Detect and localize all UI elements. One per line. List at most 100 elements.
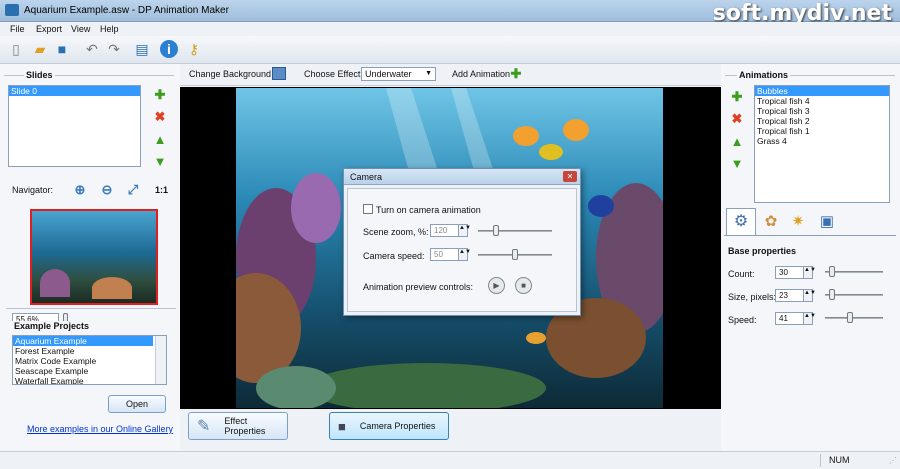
camera-dialog: Camera ✕ Turn on camera animation Scene … xyxy=(343,168,581,316)
list-item[interactable]: Tropical fish 2 xyxy=(755,116,889,126)
list-item[interactable]: Waterfall Example xyxy=(13,376,166,384)
export-icon[interactable]: ▤ xyxy=(132,39,152,59)
area-icon: ▣ xyxy=(819,213,835,230)
list-item[interactable]: Bubbles xyxy=(755,86,889,96)
brain-coral xyxy=(256,366,336,408)
camera-animation-label: Turn on camera animation xyxy=(376,205,481,215)
window-title: Aquarium Example.asw - DP Animation Make… xyxy=(24,5,229,16)
camera-animation-checkbox[interactable] xyxy=(363,204,373,214)
count-field[interactable]: 30 xyxy=(775,266,805,279)
animations-heading: Animations xyxy=(737,70,791,80)
list-item[interactable]: Matrix Code Example xyxy=(13,356,166,366)
add-animation-button[interactable]: Add Animation xyxy=(452,69,510,79)
new-icon[interactable]: ▯ xyxy=(6,39,26,59)
close-icon[interactable]: ✕ xyxy=(563,171,577,182)
add-animation-icon[interactable]: ✚ xyxy=(730,89,744,104)
menu-help[interactable]: Help xyxy=(100,24,119,34)
zoom-out-icon[interactable]: ⊖ xyxy=(100,182,114,197)
app-icon xyxy=(5,4,19,16)
change-background-button[interactable]: Change Background xyxy=(189,69,271,79)
speed-thumb[interactable] xyxy=(847,312,853,323)
camera-speed-field[interactable]: 50 xyxy=(430,248,460,261)
list-item[interactable]: Seascape Example xyxy=(13,366,166,376)
tab-base-properties[interactable]: ⚙ xyxy=(726,208,756,236)
move-up-icon[interactable]: ▲ xyxy=(730,134,744,149)
scene-zoom-slider[interactable] xyxy=(478,230,552,232)
camera-speed-label: Camera speed: xyxy=(363,251,425,261)
examples-list[interactable]: Aquarium Example Forest Example Matrix C… xyxy=(12,335,167,385)
slides-heading: Slides xyxy=(24,70,55,80)
camera-properties-label: Camera Properties xyxy=(359,421,436,431)
fit-icon[interactable]: ⤢ xyxy=(126,182,140,197)
animations-list[interactable]: Bubbles Tropical fish 4 Tropical fish 3 … xyxy=(754,85,890,203)
delete-slide-icon[interactable]: ✖ xyxy=(153,109,167,124)
scene-zoom-label: Scene zoom, %: xyxy=(363,227,429,237)
resize-grip-icon[interactable]: ⋰ xyxy=(889,456,897,465)
choose-effect-label: Choose Effect: xyxy=(304,69,363,79)
info-icon[interactable]: i xyxy=(160,40,178,58)
left-panel: Slides Slide 0 ✚ ✖ ▲ ▼ Navigator: ⊕ ⊖ ⤢ … xyxy=(0,64,180,469)
add-slide-icon[interactable]: ✚ xyxy=(153,87,167,102)
menu-file[interactable]: File xyxy=(10,24,25,34)
undo-icon[interactable]: ↶ xyxy=(82,39,102,59)
toolbar: ▯ ▰ ■ ↶ ↷ ▤ i ⚷ xyxy=(0,36,900,64)
scene-zoom-stepper[interactable]: ▲▼ xyxy=(458,224,471,237)
chevron-down-icon: ▼ xyxy=(425,70,432,77)
speed-field[interactable]: 41 xyxy=(775,312,805,325)
status-bar: NUM ⋰ xyxy=(0,451,900,469)
zoom-one-to-one[interactable]: 1:1 xyxy=(155,185,168,195)
list-scrollbar[interactable] xyxy=(155,336,166,384)
speed-label: Speed: xyxy=(728,315,757,325)
tab-direction[interactable]: ✷ xyxy=(786,210,810,234)
size-stepper[interactable]: ▲▼ xyxy=(803,289,816,302)
effect-select[interactable]: Underwater ▼ xyxy=(361,67,436,81)
gallery-link[interactable]: More examples in our Online Gallery xyxy=(27,424,173,434)
scene-zoom-thumb[interactable] xyxy=(493,225,499,236)
list-item[interactable]: Tropical fish 4 xyxy=(755,96,889,106)
menu-view[interactable]: View xyxy=(71,24,90,34)
list-item[interactable]: Slide 0 xyxy=(9,86,140,96)
wrench-icon: ✎ xyxy=(197,418,211,435)
slides-list[interactable]: Slide 0 xyxy=(8,85,141,167)
scene-zoom-field[interactable]: 120 xyxy=(430,224,460,237)
camera-speed-thumb[interactable] xyxy=(512,249,518,260)
tab-color[interactable]: ✿ xyxy=(759,210,783,234)
stop-icon[interactable]: ■ xyxy=(515,277,532,294)
size-thumb[interactable] xyxy=(829,289,835,300)
preview-controls-label: Animation preview controls: xyxy=(363,282,474,292)
save-icon[interactable]: ■ xyxy=(52,39,72,59)
list-item[interactable]: Tropical fish 1 xyxy=(755,126,889,136)
move-up-icon[interactable]: ▲ xyxy=(153,132,167,147)
list-item[interactable]: Tropical fish 3 xyxy=(755,106,889,116)
play-icon[interactable]: ▶ xyxy=(488,277,505,294)
effect-properties-button[interactable]: ✎ Effect Properties xyxy=(188,412,288,440)
zoom-in-icon[interactable]: ⊕ xyxy=(73,182,87,197)
open-icon[interactable]: ▰ xyxy=(30,39,50,59)
size-field[interactable]: 23 xyxy=(775,289,805,302)
menu-export[interactable]: Export xyxy=(36,24,62,34)
speed-slider[interactable] xyxy=(825,317,883,319)
list-item[interactable]: Grass 4 xyxy=(755,136,889,146)
gear-icon: ⚙ xyxy=(733,213,749,230)
camera-speed-stepper[interactable]: ▲▼ xyxy=(458,248,471,261)
tab-area[interactable]: ▣ xyxy=(815,210,839,234)
move-down-icon[interactable]: ▼ xyxy=(730,156,744,171)
add-icon[interactable]: ✚ xyxy=(509,66,523,81)
navigator-thumbnail[interactable] xyxy=(30,209,158,305)
key-icon[interactable]: ⚷ xyxy=(184,39,204,59)
move-down-icon[interactable]: ▼ xyxy=(153,154,167,169)
open-button[interactable]: Open xyxy=(108,395,166,413)
background-image-icon[interactable] xyxy=(272,67,286,80)
list-item[interactable]: Forest Example xyxy=(13,346,166,356)
num-lock-indicator: NUM xyxy=(820,454,880,467)
navigator-label: Navigator: xyxy=(12,185,54,195)
title-bar: Aquarium Example.asw - DP Animation Make… xyxy=(0,0,900,26)
count-thumb[interactable] xyxy=(829,266,835,277)
count-stepper[interactable]: ▲▼ xyxy=(803,266,816,279)
right-panel: Animations ✚ ✖ ▲ ▼ Bubbles Tropical fish… xyxy=(721,64,900,469)
speed-stepper[interactable]: ▲▼ xyxy=(803,312,816,325)
list-item[interactable]: Aquarium Example xyxy=(13,336,153,346)
delete-animation-icon[interactable]: ✖ xyxy=(730,111,744,126)
camera-properties-button[interactable]: ■ Camera Properties xyxy=(329,412,449,440)
redo-icon[interactable]: ↷ xyxy=(104,39,124,59)
